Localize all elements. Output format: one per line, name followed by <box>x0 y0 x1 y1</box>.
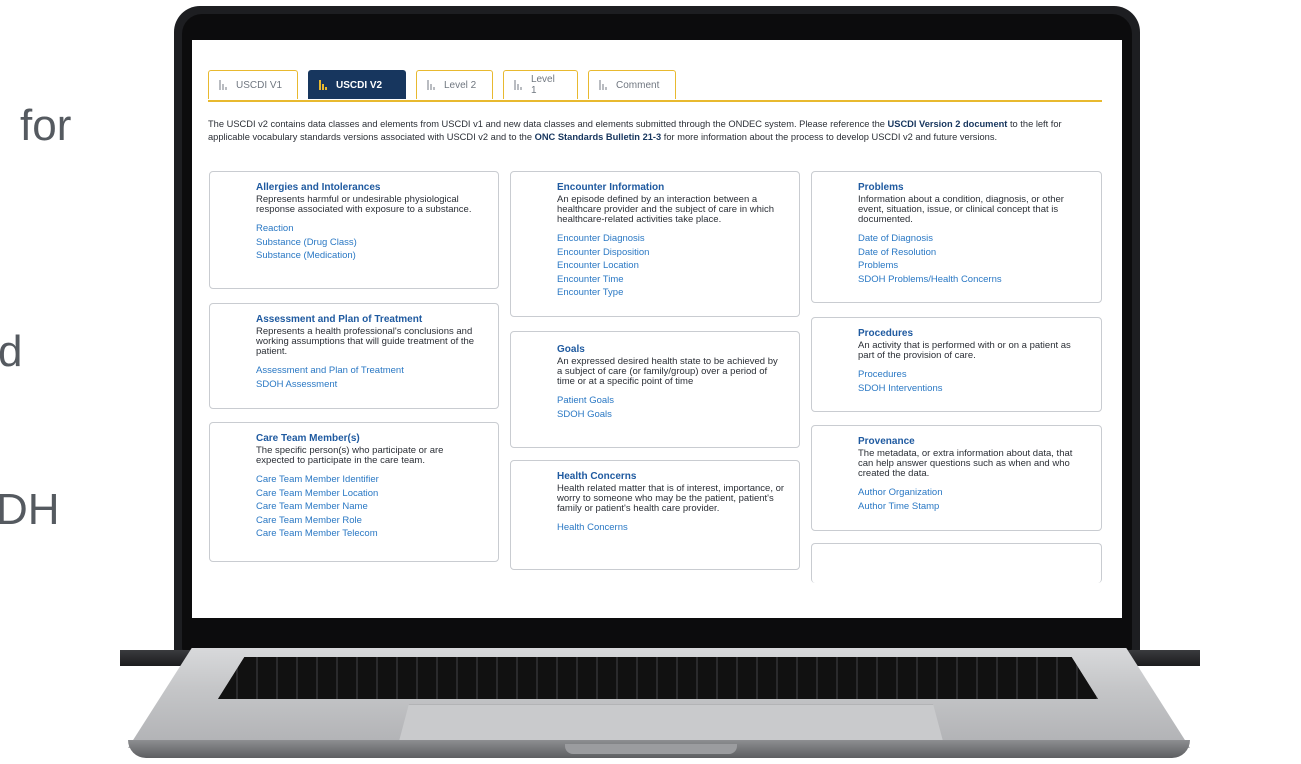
laptop-notch <box>565 744 737 754</box>
uscdi-v2-document-link[interactable]: USCDI Version 2 document <box>888 119 1008 129</box>
element-link[interactable]: Health Concerns <box>557 521 785 535</box>
tab-uscdi-v2[interactable]: USCDI V2 <box>308 70 406 99</box>
card-description: Health related matter that is of interes… <box>557 483 785 514</box>
card-description: An activity that is performed with or on… <box>858 340 1071 361</box>
element-link[interactable]: Assessment and Plan of Treatment <box>256 364 484 378</box>
card-health-concerns: Health Concerns Health related matter th… <box>510 460 800 570</box>
bar-chart-icon <box>514 80 524 90</box>
bar-chart-icon <box>219 80 229 90</box>
element-link[interactable]: Date of Resolution <box>858 246 1087 260</box>
tab-label: USCDI V2 <box>336 79 383 91</box>
side-text-3: DH <box>0 485 60 534</box>
intro-text: for more information about the process t… <box>661 132 998 142</box>
laptop-keyboard <box>218 657 1098 699</box>
element-link[interactable]: Reaction <box>256 222 484 236</box>
element-link[interactable]: Substance (Drug Class) <box>256 236 484 250</box>
element-link[interactable]: Encounter Type <box>557 286 785 300</box>
card-description: Information about a condition, diagnosis… <box>858 194 1064 225</box>
card-description: An expressed desired health state to be … <box>557 356 778 387</box>
card-partial-next <box>811 543 1102 583</box>
card-problems: Problems Information about a condition, … <box>811 171 1102 303</box>
card-title: Care Team Member(s) <box>256 433 360 444</box>
laptop-screen: USCDI V1 USCDI V2 Level 2 Level 1 Commen… <box>192 40 1122 618</box>
element-link[interactable]: Care Team Member Telecom <box>256 527 484 541</box>
card-description: An episode defined by an interaction bet… <box>557 194 775 225</box>
element-link[interactable]: Encounter Diagnosis <box>557 232 785 246</box>
element-link[interactable]: SDOH Problems/Health Concerns <box>858 273 1087 287</box>
card-title: Allergies and Intolerances <box>256 182 381 193</box>
bar-chart-icon <box>427 80 437 90</box>
element-link[interactable]: Encounter Disposition <box>557 246 785 260</box>
side-text-2: d <box>0 327 23 376</box>
tab-level-2[interactable]: Level 2 <box>416 70 493 99</box>
element-link[interactable]: Care Team Member Location <box>256 487 484 501</box>
card-title: Encounter Information <box>557 182 665 193</box>
card-title: Provenance <box>858 436 915 447</box>
tab-label: USCDI V1 <box>236 79 283 91</box>
tab-label: Comment <box>616 79 660 91</box>
bar-chart-icon <box>319 80 329 90</box>
element-link[interactable]: Care Team Member Name <box>256 500 484 514</box>
element-link[interactable]: Substance (Medication) <box>256 249 484 263</box>
card-title: Procedures <box>858 328 914 339</box>
card-allergies: Allergies and Intolerances Represents ha… <box>209 171 499 289</box>
element-link[interactable]: SDOH Interventions <box>858 382 1087 396</box>
element-link[interactable]: Problems <box>858 259 1087 273</box>
onc-standards-bulletin-link[interactable]: ONC Standards Bulletin 21-3 <box>535 132 662 142</box>
tab-comment[interactable]: Comment <box>588 70 676 99</box>
card-title: Assessment and Plan of Treatment <box>256 314 423 325</box>
tab-uscdi-v1[interactable]: USCDI V1 <box>208 70 298 99</box>
tab-label: Level 2 <box>444 79 477 91</box>
bar-chart-icon <box>599 80 609 90</box>
element-link[interactable]: Encounter Time <box>557 273 785 287</box>
element-link[interactable]: Care Team Member Identifier <box>256 473 484 487</box>
laptop-trackpad <box>398 704 944 745</box>
card-description: Represents a health professional's concl… <box>256 326 475 357</box>
element-link[interactable]: SDOH Goals <box>557 408 785 422</box>
card-encounter: Encounter Information An episode defined… <box>510 171 800 317</box>
card-title: Goals <box>557 344 585 355</box>
element-link[interactable]: Author Organization <box>858 486 1087 500</box>
card-title: Problems <box>858 182 904 193</box>
card-description: The metadata, or extra information about… <box>858 448 1073 479</box>
card-title: Health Concerns <box>557 471 637 482</box>
element-link[interactable]: SDOH Assessment <box>256 378 484 392</box>
tab-bar: USCDI V1 USCDI V2 Level 2 Level 1 Commen… <box>208 70 1102 102</box>
card-procedures: Procedures An activity that is performed… <box>811 317 1102 412</box>
intro-paragraph: The USCDI v2 contains data classes and e… <box>208 118 1104 144</box>
tab-level-1[interactable]: Level 1 <box>503 70 578 99</box>
card-goals: Goals An expressed desired health state … <box>510 331 800 448</box>
card-description: Represents harmful or undesirable physio… <box>256 194 472 215</box>
element-link[interactable]: Procedures <box>858 368 1087 382</box>
card-description: The specific person(s) who participate o… <box>256 445 444 466</box>
element-link[interactable]: Patient Goals <box>557 394 785 408</box>
card-provenance: Provenance The metadata, or extra inform… <box>811 425 1102 531</box>
card-care-team: Care Team Member(s) The specific person(… <box>209 422 499 562</box>
side-text-1: for <box>20 101 72 150</box>
element-link[interactable]: Care Team Member Role <box>256 514 484 528</box>
tab-label: Level 1 <box>530 74 555 96</box>
card-assessment: Assessment and Plan of Treatment Represe… <box>209 303 499 409</box>
intro-text: The USCDI v2 contains data classes and e… <box>208 119 888 129</box>
element-link[interactable]: Encounter Location <box>557 259 785 273</box>
element-link[interactable]: Author Time Stamp <box>858 500 1087 514</box>
element-link[interactable]: Date of Diagnosis <box>858 232 1087 246</box>
